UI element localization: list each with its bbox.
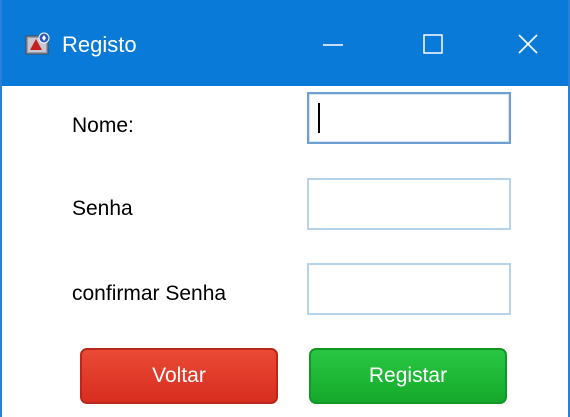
close-button[interactable] bbox=[505, 22, 551, 66]
confirmar-senha-input[interactable] bbox=[307, 263, 511, 315]
registar-button-label: Registar bbox=[368, 364, 448, 387]
minimize-button[interactable] bbox=[310, 22, 356, 66]
maximize-icon bbox=[423, 34, 443, 54]
app-icon bbox=[24, 30, 52, 56]
registo-window: Registo Nome: Senha confirmar Senha Volt… bbox=[0, 0, 570, 417]
close-icon bbox=[518, 34, 538, 54]
minimize-icon bbox=[323, 44, 343, 46]
senha-input[interactable] bbox=[307, 178, 511, 230]
window-title: Registo bbox=[62, 32, 137, 57]
registar-button[interactable]: Registar bbox=[309, 348, 507, 404]
nome-label: Nome: bbox=[72, 114, 134, 137]
voltar-button[interactable]: Voltar bbox=[80, 348, 278, 404]
senha-label: Senha bbox=[72, 197, 133, 220]
voltar-button-label: Voltar bbox=[152, 364, 206, 387]
nome-input[interactable] bbox=[307, 92, 511, 144]
maximize-button[interactable] bbox=[410, 22, 456, 66]
title-bar[interactable]: Registo bbox=[2, 0, 568, 86]
confirmar-senha-label: confirmar Senha bbox=[72, 282, 227, 305]
text-caret bbox=[318, 103, 320, 133]
